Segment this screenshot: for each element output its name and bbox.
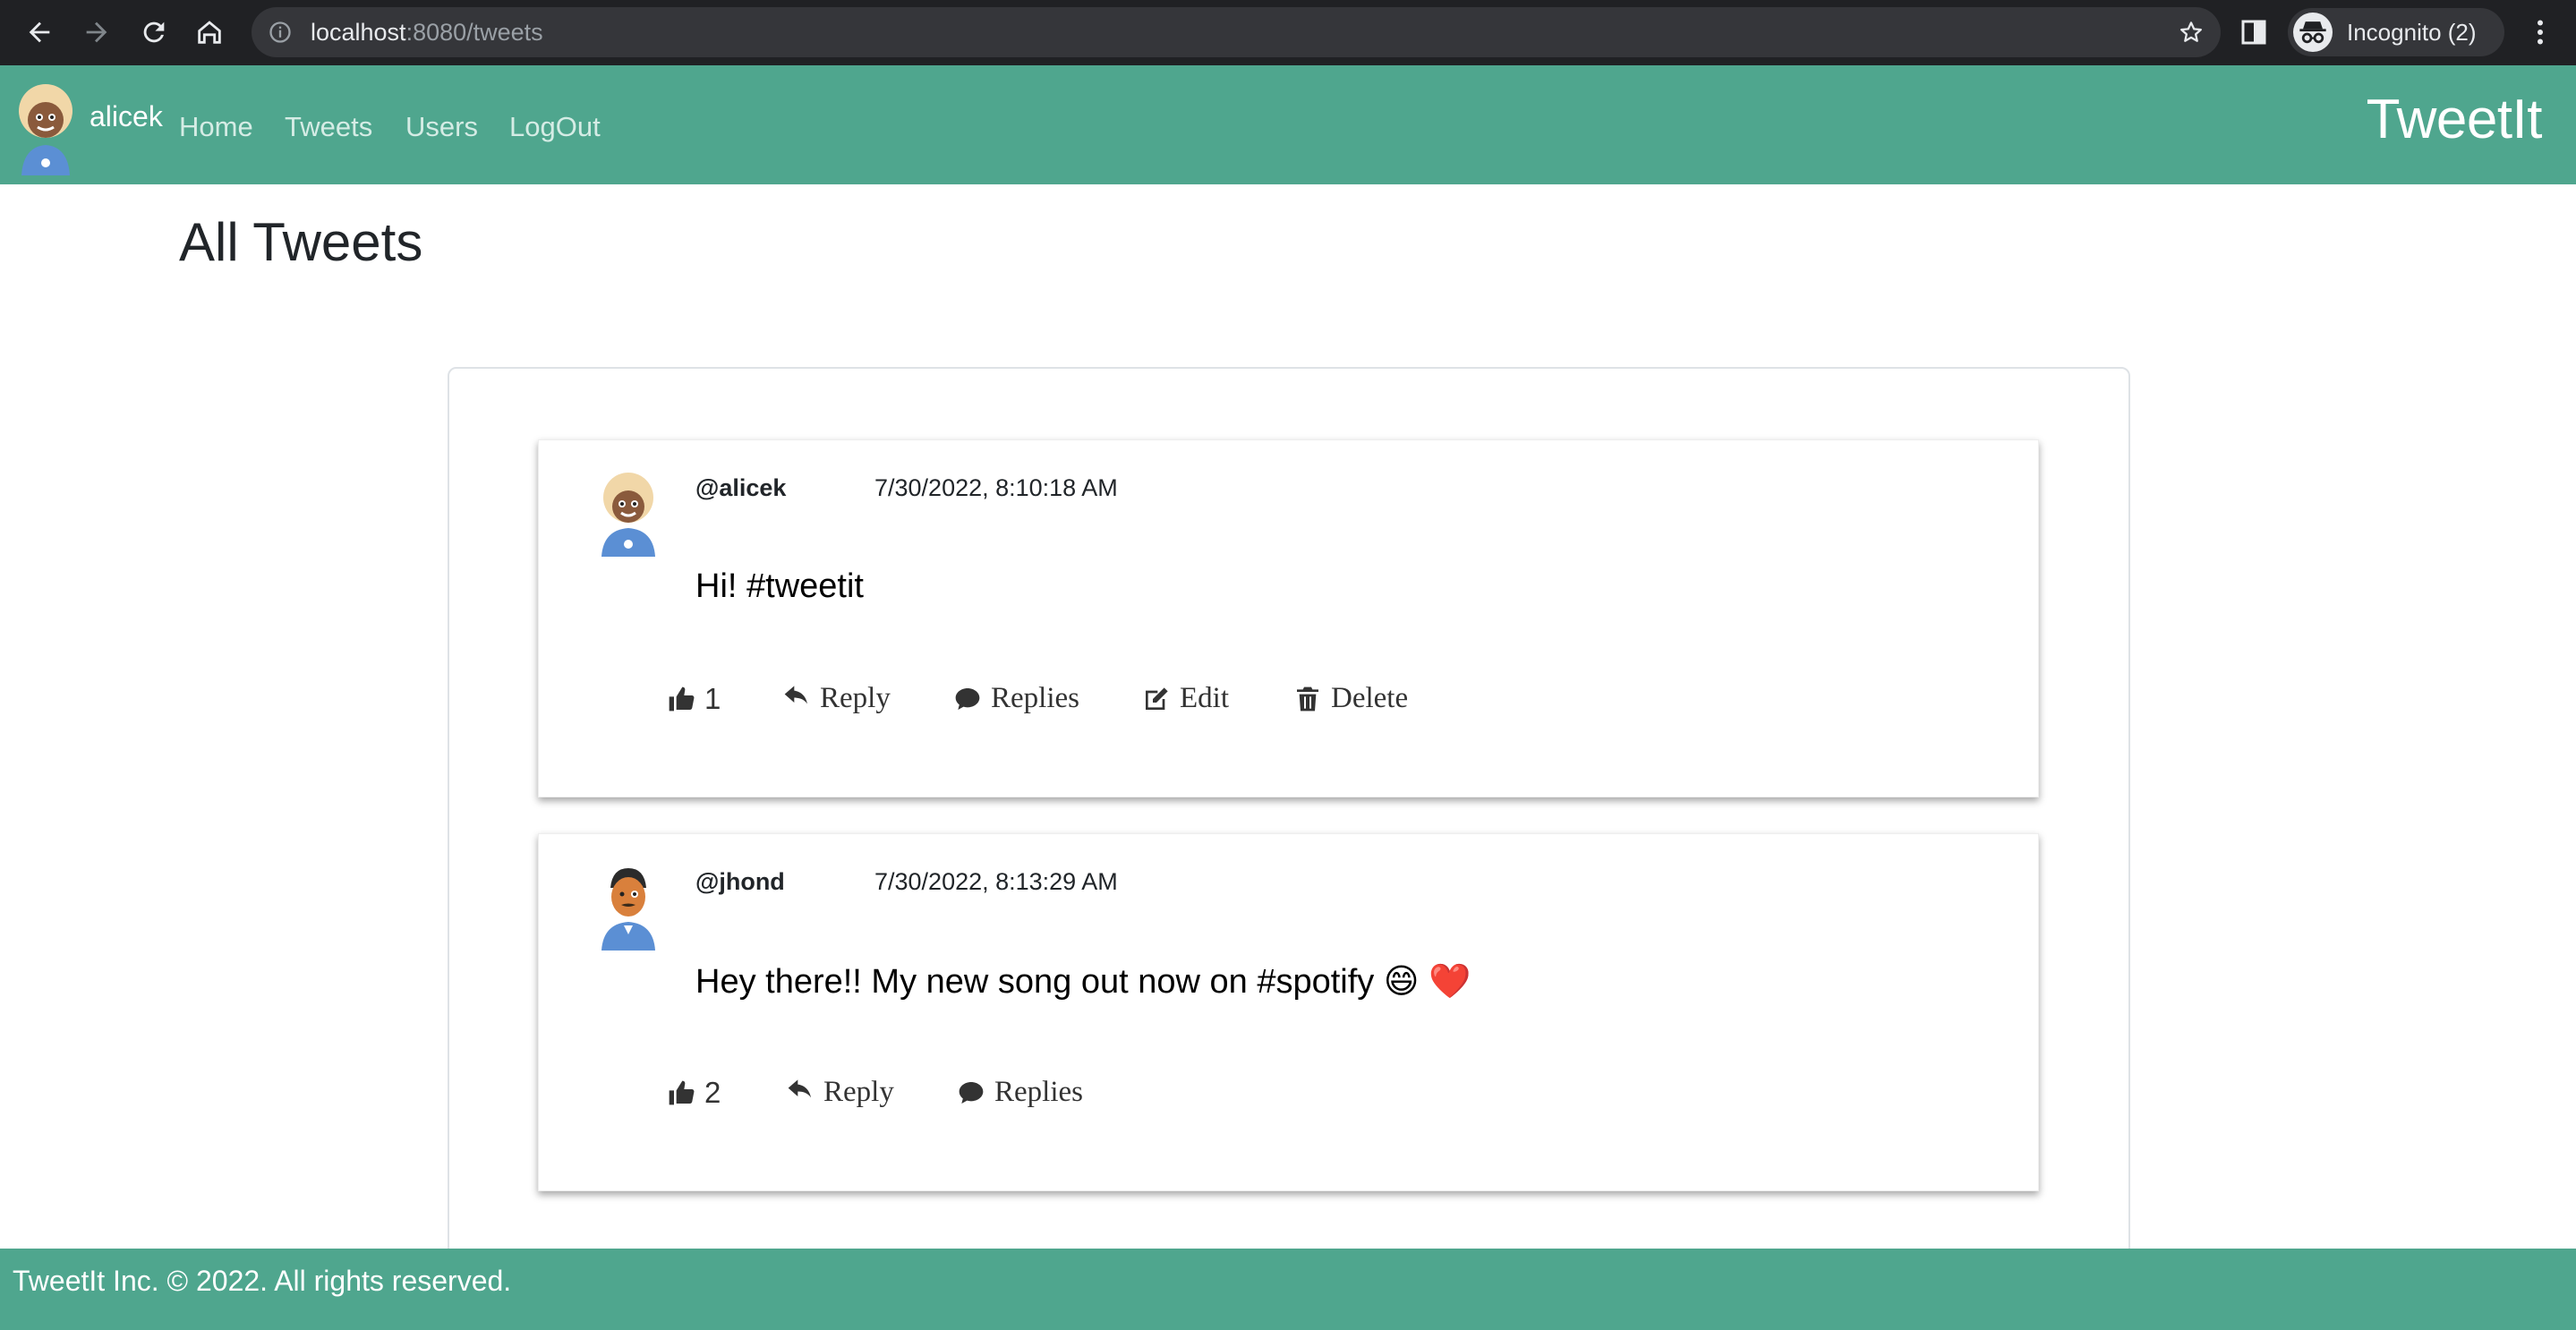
like-count: 2 xyxy=(704,1076,721,1109)
nav-link-home[interactable]: Home xyxy=(179,111,253,143)
more-menu-icon[interactable] xyxy=(2524,14,2556,50)
comment-bubble-icon xyxy=(955,687,980,710)
tweet-author-avatar[interactable] xyxy=(593,467,664,557)
tweet-text: Hey there!! My new song out now on #spot… xyxy=(695,963,1471,1001)
nav-link-logout[interactable]: LogOut xyxy=(509,111,601,143)
forward-arrow-icon xyxy=(86,21,107,43)
delete-label: Delete xyxy=(1331,682,1409,714)
edit-label: Edit xyxy=(1180,682,1229,714)
like-button[interactable]: 1 xyxy=(667,682,721,716)
reload-button[interactable] xyxy=(134,13,174,52)
tweet-handle[interactable]: @jhond xyxy=(695,868,785,896)
app-navbar xyxy=(0,65,2576,184)
reply-arrow-icon xyxy=(784,685,807,703)
nav-link-tweets[interactable]: Tweets xyxy=(285,111,372,143)
home-button[interactable] xyxy=(190,13,229,52)
tweet-card: @alicek 7/30/2022, 8:10:18 AM Hi! #tweet… xyxy=(538,439,2039,797)
back-button[interactable] xyxy=(20,13,59,52)
reply-arrow-icon xyxy=(788,1078,811,1097)
back-arrow-icon xyxy=(29,21,50,43)
brand-logo[interactable]: TweetIt xyxy=(2367,88,2543,151)
thumbs-up-icon xyxy=(669,686,695,712)
incognito-icon xyxy=(2293,13,2333,52)
tweet-handle[interactable]: @alicek xyxy=(695,474,786,502)
tweet-author-avatar[interactable] xyxy=(593,861,664,951)
trash-icon xyxy=(1297,686,1318,711)
tweet-card: @jhond 7/30/2022, 8:13:29 AM Hey there!!… xyxy=(538,833,2039,1191)
like-count: 1 xyxy=(704,682,721,715)
reply-button[interactable]: Reply xyxy=(786,1076,894,1109)
thumbs-up-icon xyxy=(669,1080,695,1105)
tweet-text: Hi! #tweetit xyxy=(695,567,864,605)
url-text[interactable]: localhost:8080/tweets xyxy=(311,7,543,57)
replies-button[interactable]: Replies xyxy=(953,682,1079,715)
user-avatar[interactable] xyxy=(13,77,79,175)
forward-button[interactable] xyxy=(77,13,116,52)
replies-label: Replies xyxy=(991,682,1079,714)
reply-label: Reply xyxy=(823,1076,894,1108)
replies-button[interactable]: Replies xyxy=(957,1076,1083,1109)
replies-label: Replies xyxy=(994,1076,1083,1108)
browser-toolbar: localhost:8080/tweets Incognito (2) xyxy=(0,0,2576,65)
nav-username[interactable]: alicek xyxy=(90,100,163,133)
info-icon[interactable] xyxy=(268,20,293,45)
comment-bubble-icon xyxy=(959,1081,984,1104)
url-path: :8080/tweets xyxy=(405,19,543,46)
tweet-timestamp: 7/30/2022, 8:10:18 AM xyxy=(874,474,1118,501)
edit-icon xyxy=(1146,686,1168,710)
tweet-timestamp: 7/30/2022, 8:13:29 AM xyxy=(874,868,1118,895)
address-bar[interactable]: localhost:8080/tweets xyxy=(252,7,2221,57)
footer-copyright: TweetIt Inc. © 2022. All rights reserved… xyxy=(13,1265,512,1297)
side-panel-icon[interactable] xyxy=(2238,16,2270,48)
reply-label: Reply xyxy=(820,682,891,714)
reply-button[interactable]: Reply xyxy=(782,682,891,715)
reload-icon xyxy=(143,21,165,43)
delete-button[interactable]: Delete xyxy=(1293,682,1408,715)
edit-button[interactable]: Edit xyxy=(1142,682,1229,715)
home-icon xyxy=(198,21,221,44)
nav-link-users[interactable]: Users xyxy=(405,111,478,143)
like-button[interactable]: 2 xyxy=(667,1076,721,1110)
url-host: localhost xyxy=(311,19,406,46)
incognito-profile-button[interactable]: Incognito (2) xyxy=(2288,8,2504,56)
page-title: All Tweets xyxy=(179,212,423,272)
footer: TweetIt Inc. © 2022. All rights reserved… xyxy=(0,1249,2576,1330)
bookmark-star-icon[interactable] xyxy=(2178,19,2205,46)
incognito-label: Incognito (2) xyxy=(2347,19,2477,46)
